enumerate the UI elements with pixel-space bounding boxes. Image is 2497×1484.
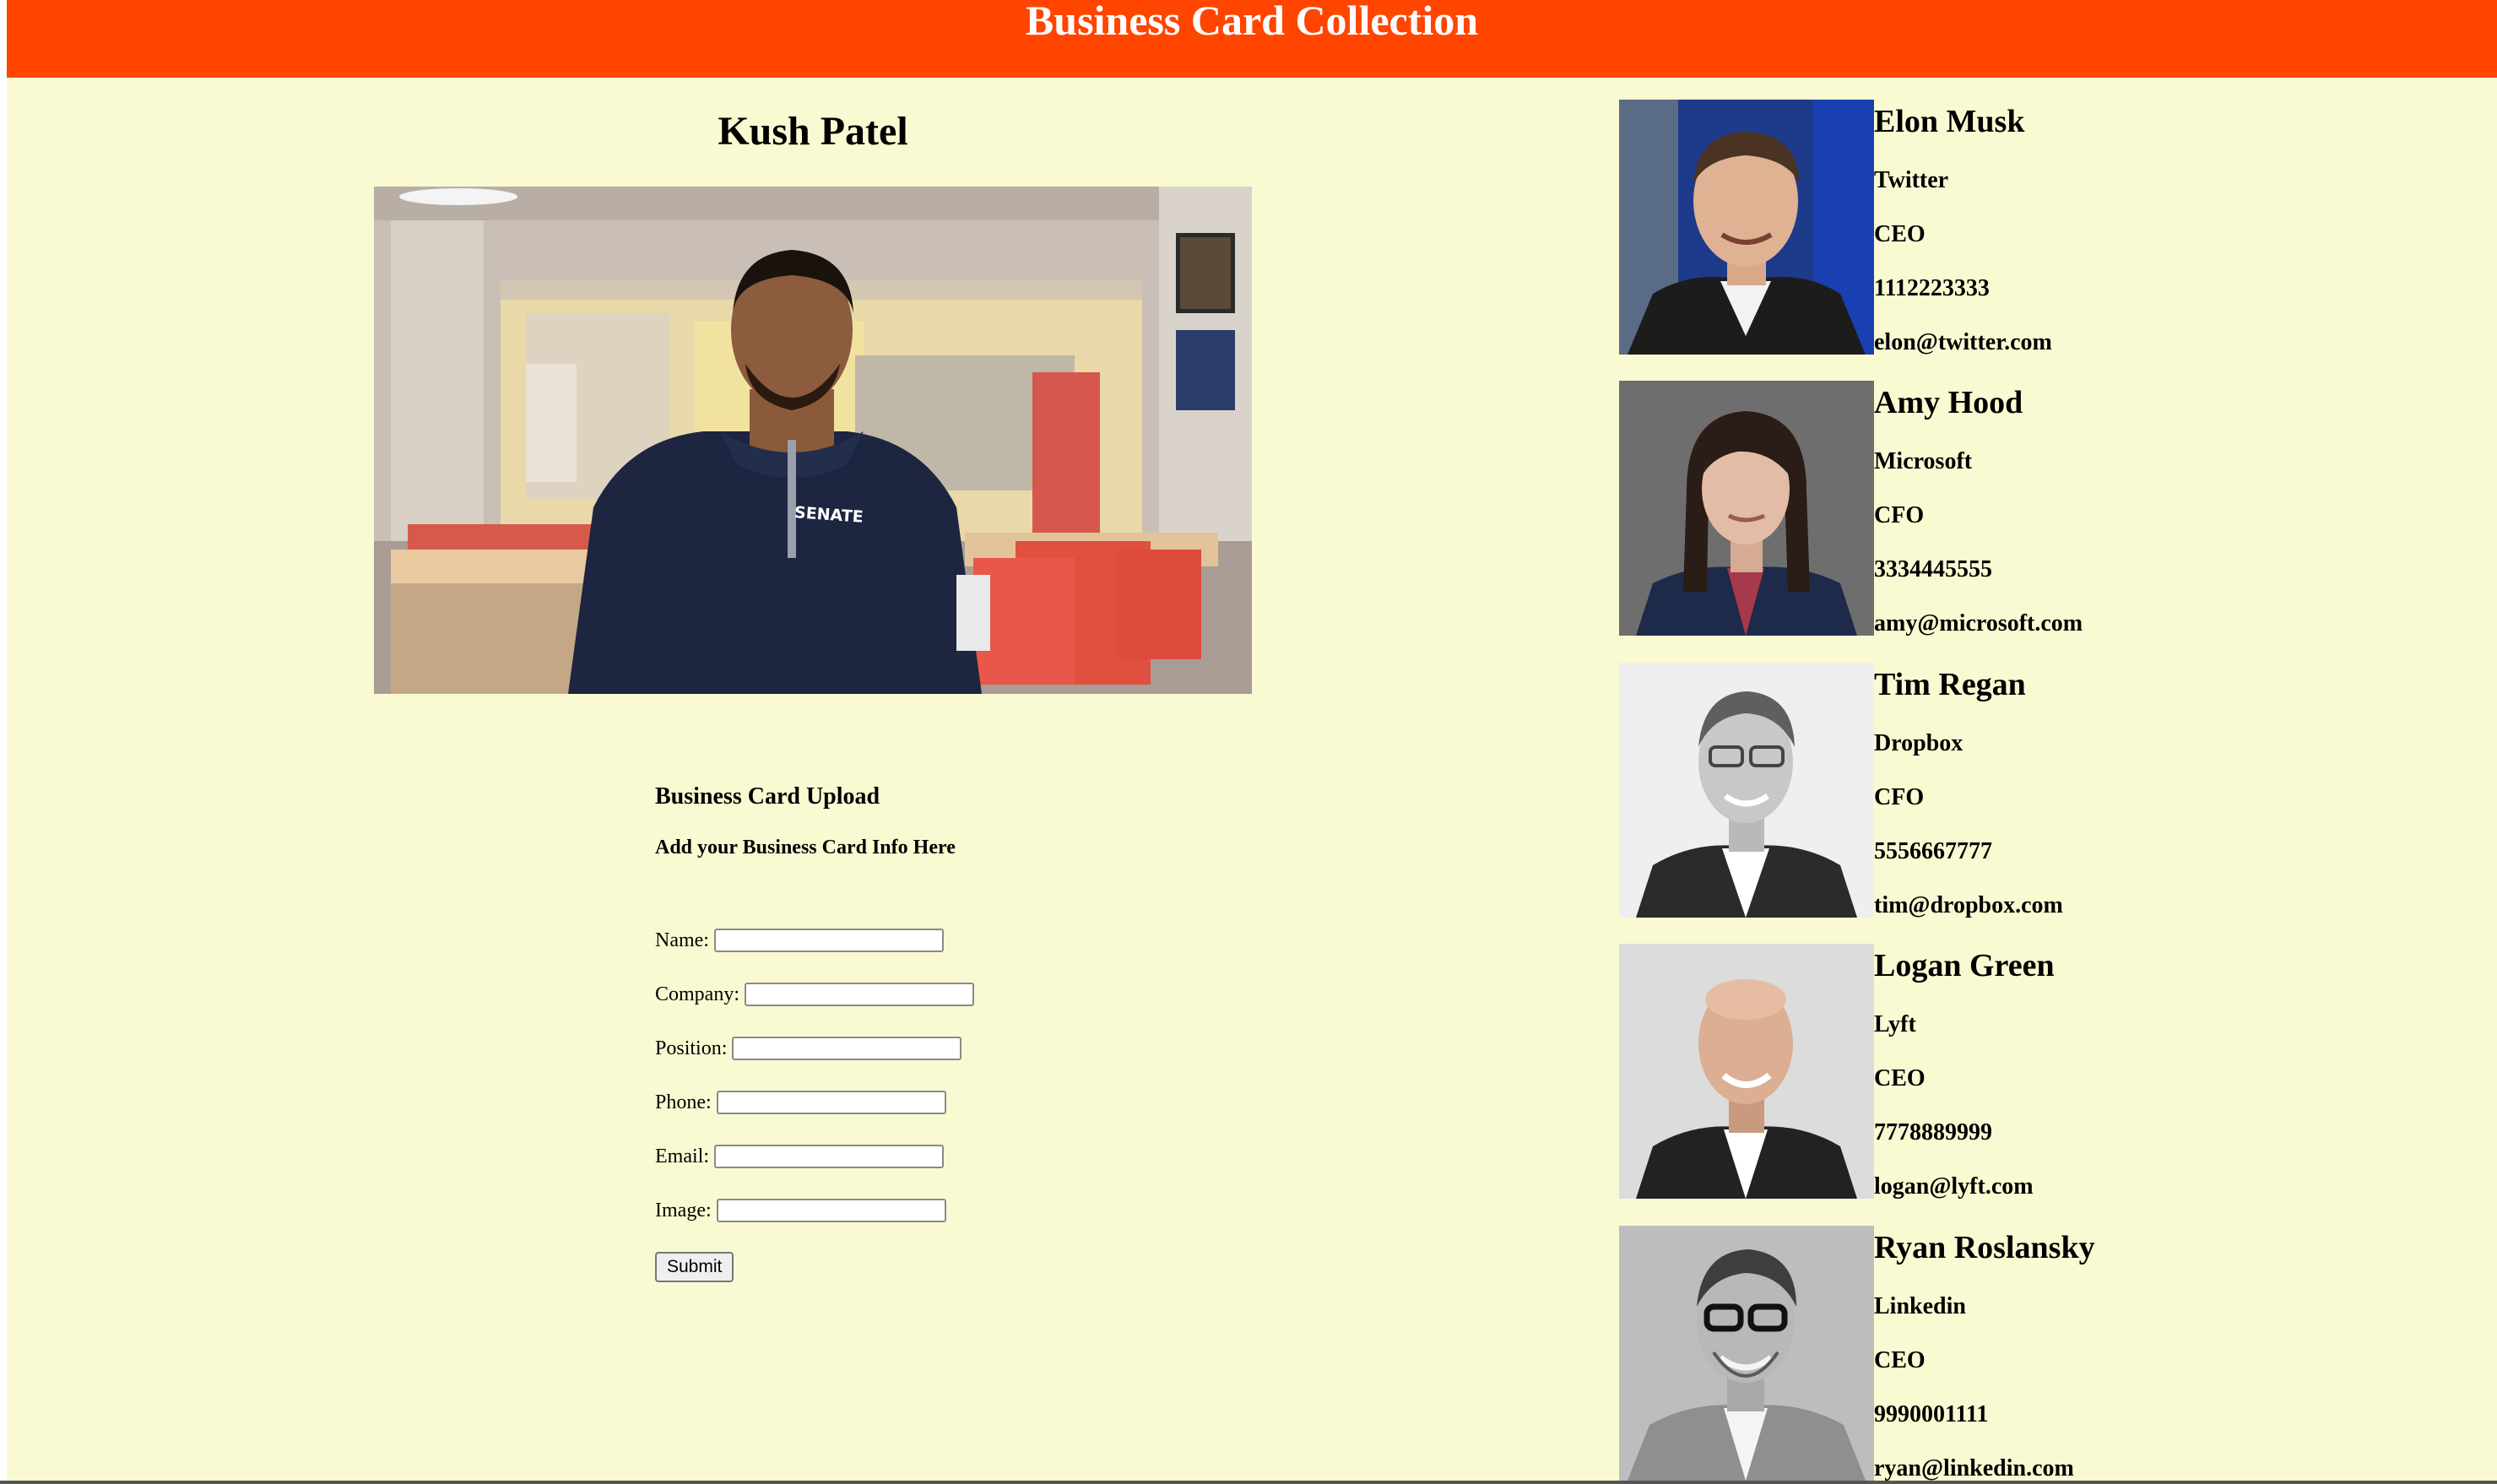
email-input[interactable] [713,1145,944,1168]
upload-subtitle: Add your Business Card Info Here [655,837,956,858]
card-name: Ryan Roslansky [1874,1230,2095,1265]
page-bottom-edge [0,1481,2497,1484]
company-label: Company: [655,983,739,1005]
card-position: CEO [1874,1065,1926,1091]
business-card: Amy Hood Microsoft CFO 3334445555 amy@mi… [1619,381,2463,636]
card-photo [1619,1226,1874,1481]
upload-title: Business Card Upload [655,783,880,810]
card-phone: 1112223333 [1874,275,1990,301]
card-position: CEO [1874,221,1926,247]
profile-photo: SENATE [374,187,1252,694]
card-phone: 5556667777 [1874,838,1992,864]
email-label: Email: [655,1145,709,1167]
page-header: Business Card Collection [7,0,2497,78]
image-row: Image: [655,1194,946,1227]
business-card: Logan Green Lyft CEO 7778889999 logan@ly… [1619,944,2463,1200]
card-name: Logan Green [1874,948,2055,983]
card-position: CFO [1874,784,1925,810]
card-name: Elon Musk [1874,104,2025,139]
card-email: ryan@linkedin.com [1874,1455,2074,1481]
card-name: Amy Hood [1874,385,2023,420]
business-card: Elon Musk Twitter CEO 1112223333 elon@tw… [1619,100,2463,355]
phone-label: Phone: [655,1091,712,1113]
card-phone: 3334445555 [1874,556,1992,582]
position-label: Position: [655,1037,728,1059]
card-company: Twitter [1874,167,1949,193]
company-input[interactable] [745,983,974,1006]
image-input[interactable] [716,1199,946,1222]
card-company: Dropbox [1874,730,1963,756]
name-input[interactable] [713,929,944,952]
card-photo [1619,381,1874,636]
card-phone: 7778889999 [1874,1119,1992,1145]
business-card: Tim Regan Dropbox CFO 5556667777 tim@dro… [1619,663,2463,918]
business-card: Ryan Roslansky Linkedin CEO 9990001111 r… [1619,1226,2463,1481]
page-title: Business Card Collection [1025,0,1479,44]
name-row: Name: [655,923,944,957]
email-row: Email: [655,1140,944,1173]
card-company: Microsoft [1874,448,1973,474]
card-photo [1619,663,1874,918]
profile-name: Kush Patel [718,109,908,154]
phone-row: Phone: [655,1086,946,1119]
card-email: logan@lyft.com [1874,1173,2034,1200]
card-email: tim@dropbox.com [1874,892,2063,918]
card-position: CEO [1874,1347,1926,1373]
position-row: Position: [655,1032,962,1065]
card-photo [1619,100,1874,355]
card-phone: 9990001111 [1874,1401,1989,1427]
submit-button[interactable]: Submit [655,1252,734,1282]
business-card-upload-form: Business Card Upload Add your Business C… [655,780,1162,1282]
card-position: CFO [1874,502,1925,528]
phone-input[interactable] [716,1091,946,1114]
card-company: Linkedin [1874,1293,1966,1319]
image-label: Image: [655,1199,712,1221]
card-name: Tim Regan [1874,667,2026,702]
company-row: Company: [655,978,974,1011]
position-input[interactable] [732,1037,962,1060]
card-email: amy@microsoft.com [1874,610,2083,636]
card-email: elon@twitter.com [1874,329,2052,355]
card-company: Lyft [1874,1011,1916,1037]
card-photo [1619,944,1874,1199]
name-label: Name: [655,929,709,951]
page-left-edge [0,0,7,1484]
